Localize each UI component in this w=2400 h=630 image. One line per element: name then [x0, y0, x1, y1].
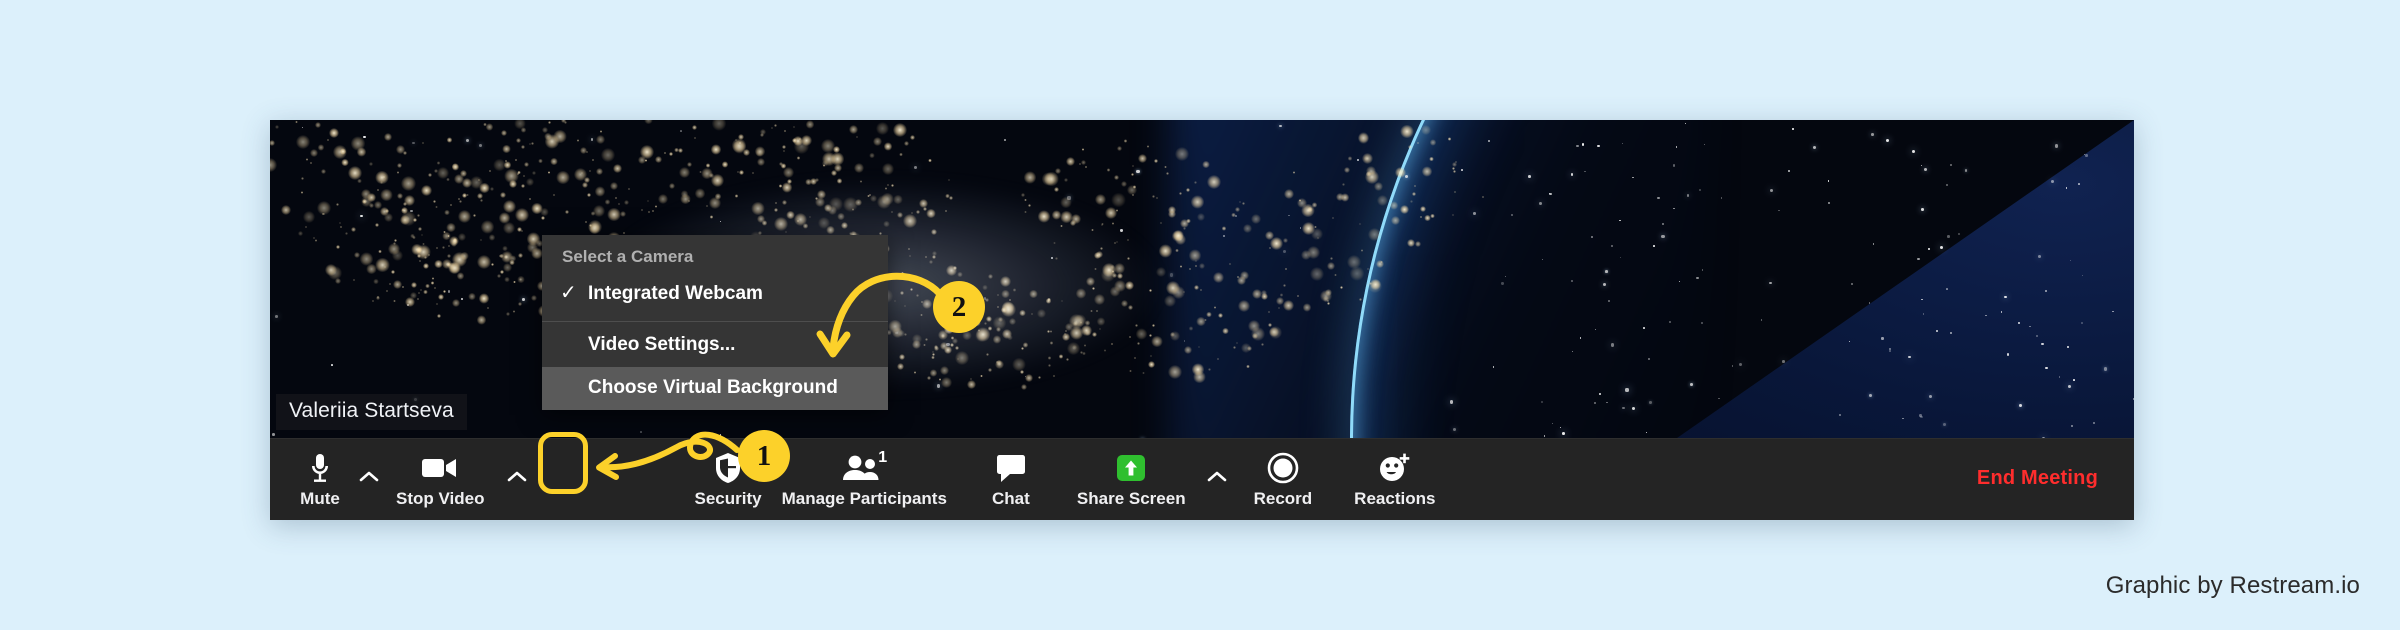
- participant-count-badge: 1: [878, 449, 888, 466]
- microphone-icon: [308, 450, 332, 486]
- menu-item-video-settings[interactable]: Video Settings...: [542, 324, 888, 367]
- stop-video-button[interactable]: Stop Video: [386, 447, 494, 509]
- record-button[interactable]: Record: [1244, 447, 1323, 509]
- record-label: Record: [1253, 489, 1313, 508]
- security-label: Security: [694, 489, 762, 508]
- video-stage: Valeriia Startseva Select a Camera ✓ Int…: [270, 120, 2134, 438]
- share-screen-icon: [1116, 450, 1146, 486]
- manage-participants-label: Manage Participants: [781, 489, 947, 508]
- security-button[interactable]: Security: [684, 447, 771, 509]
- shield-icon: [714, 450, 742, 486]
- reactions-button[interactable]: Reactions: [1344, 447, 1445, 509]
- check-icon: ✓: [560, 281, 577, 304]
- share-screen-button[interactable]: Share Screen: [1067, 447, 1196, 509]
- reactions-label: Reactions: [1354, 489, 1436, 508]
- reactions-smiley-plus-icon: [1378, 450, 1412, 486]
- menu-item-label: Video Settings...: [588, 334, 736, 356]
- audio-options-caret[interactable]: [352, 449, 386, 505]
- video-camera-icon: [421, 450, 459, 486]
- end-meeting-button[interactable]: End Meeting: [1977, 467, 2098, 490]
- chat-bubble-icon: [995, 450, 1027, 486]
- record-circle-icon: [1267, 450, 1299, 486]
- share-screen-options-caret[interactable]: [1200, 449, 1234, 505]
- zoom-meeting-window: Valeriia Startseva Select a Camera ✓ Int…: [270, 120, 2134, 520]
- chat-label: Chat: [992, 489, 1030, 508]
- mute-label: Mute: [300, 489, 340, 508]
- participant-name-label: Valeriia Startseva: [276, 394, 467, 430]
- menu-item-label: Integrated Webcam: [588, 282, 763, 304]
- zoom-control-toolbar: Mute Stop Video Security 1 Manage Partic…: [270, 438, 2134, 520]
- select-camera-dropdown[interactable]: Select a Camera ✓ Integrated Webcam Vide…: [542, 235, 888, 411]
- menu-separator: [542, 321, 888, 323]
- chat-button[interactable]: Chat: [979, 447, 1043, 509]
- menu-header-select-camera: Select a Camera: [562, 247, 694, 266]
- share-screen-label: Share Screen: [1076, 489, 1186, 508]
- menu-item-label: Choose Virtual Background: [588, 377, 838, 399]
- menu-item-integrated-webcam[interactable]: ✓ Integrated Webcam: [542, 273, 888, 316]
- graphic-credit: Graphic by Restream.io: [2105, 572, 2360, 599]
- manage-participants-button[interactable]: 1 Manage Participants: [772, 447, 957, 509]
- mute-button[interactable]: Mute: [288, 447, 352, 509]
- menu-item-choose-virtual-background[interactable]: Choose Virtual Background: [542, 367, 888, 411]
- stop-video-label: Stop Video: [396, 489, 485, 508]
- video-options-caret[interactable]: [500, 449, 534, 505]
